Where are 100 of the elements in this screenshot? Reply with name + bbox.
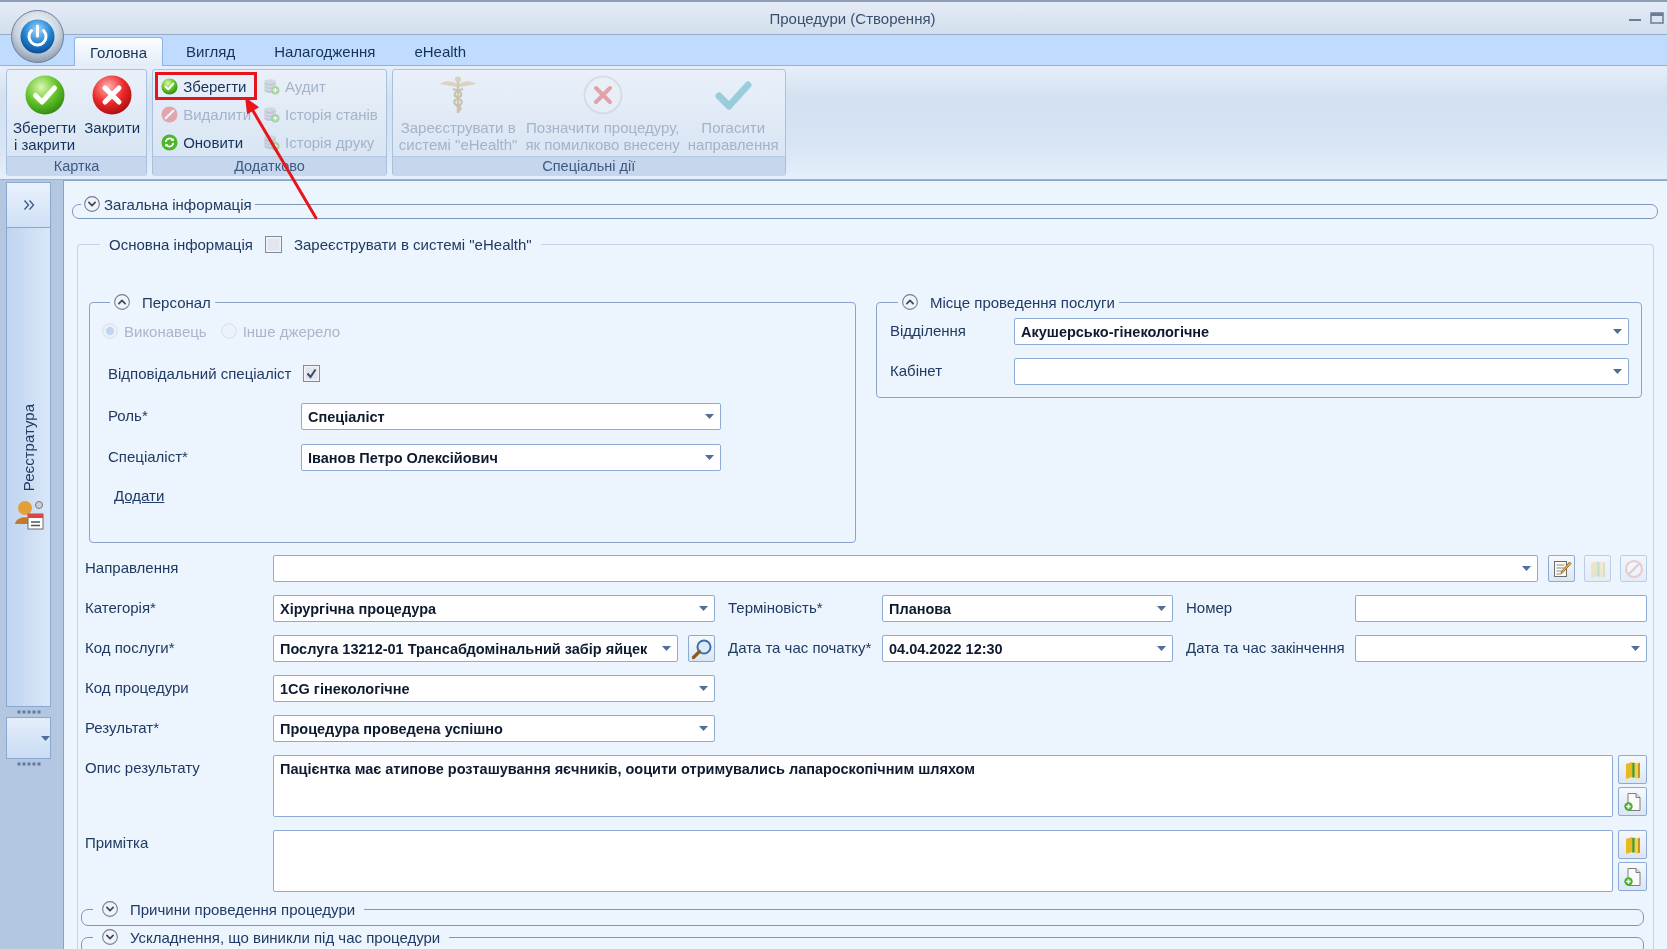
dropdown-field[interactable]: Процедура проведена успішно [273,715,715,742]
ribbon-button[interactable]: Зберегти [155,72,258,100]
x-circle-icon [582,75,623,115]
checkbox[interactable] [303,364,321,382]
checkbox-label: Відповідальний спеціаліст [108,364,292,382]
field-label: Терміновість* [727,598,824,616]
section-title[interactable]: Загальна інформація [104,195,252,213]
caret-icon [1631,646,1640,651]
field-label: Кабінет [890,361,943,379]
ribbon-tab[interactable]: Головна [74,37,163,66]
group-title: Основна інформація [109,235,253,253]
dropdown-field[interactable]: Планова [882,595,1173,622]
caret-icon [705,414,714,419]
field-label: Відділення [890,321,967,339]
caret-icon [699,686,708,691]
expand-sidebar-button[interactable] [6,182,51,228]
sidebar-group[interactable]: Реєстратура [6,228,51,707]
caret-icon [1522,566,1531,571]
dropdown-field[interactable]: 1CG гінекологічне [273,675,715,702]
section-title[interactable]: Причини проведення процедури [130,900,356,918]
radio-label: Виконавець [124,322,207,340]
ribbon-tab[interactable]: eHealth [398,37,483,65]
ribbon-button[interactable]: Зберегти і закрити [9,72,81,156]
chevron-up-icon[interactable] [114,294,130,310]
text-area[interactable] [273,830,1613,892]
person-calendar-icon [13,499,44,531]
field-label: Дата та час початку* [727,638,873,656]
check-circle-icon [161,77,179,95]
sidebar-group-label[interactable]: Реєстратура [20,403,37,492]
edit-note-icon [1551,558,1572,579]
slash-circle-icon [1623,558,1644,579]
double-chevron-icon [22,199,35,211]
chevron-down-icon[interactable] [102,929,118,945]
dropdown-field[interactable]: Іванов Петро Олексійович [301,444,721,471]
field-label: Спеціаліст* [108,447,189,465]
grip-dots-icon[interactable] [16,762,41,766]
ribbon-tab[interactable]: Налагодження [258,37,392,65]
dropdown-field[interactable]: Послуга 13212-01 Трансабдомінальний забір яйцек [273,635,678,662]
dropdown-field[interactable]: Акушерсько-гінекологічне [1014,318,1629,345]
book-button[interactable] [1618,755,1647,784]
caret-icon [662,646,671,651]
field-label: Категорія* [85,598,157,616]
ribbon-button[interactable]: Оновити [155,128,258,156]
caret-icon [1613,329,1622,334]
edit-button[interactable] [1548,555,1575,582]
field-label: Примітка [85,833,150,851]
chevron-down-icon[interactable] [102,901,118,917]
refresh-icon [161,133,179,151]
maximize-icon[interactable] [1650,12,1664,24]
field-label: Опис результату [85,758,201,776]
text-area[interactable]: Пацієнтка має атипове розташування яєчників, ооцити отримувались лапароскопічним шляхом [273,755,1613,817]
checkbox-label: Зареєструвати в системі "eHealth" [293,235,532,253]
radio-label: Інше джерело [242,322,341,340]
text-field[interactable] [1355,595,1647,622]
field-label: Код послуги* [85,638,176,656]
chevron-down-icon[interactable] [84,196,100,212]
dropdown-field[interactable]: Хірургічна процедура [273,595,715,622]
dropdown-field[interactable] [1014,358,1629,385]
caret-icon [1157,646,1166,651]
ribbon-tab[interactable]: Вигляд [170,37,252,65]
caret-icon [699,606,708,611]
panel-title[interactable]: Місце проведення послуги [930,293,1115,311]
grip-dots-icon[interactable] [16,710,41,714]
dropdown-field[interactable]: 04.04.2022 12:30 [882,635,1173,662]
close-icon [92,75,133,115]
ribbon-group-label: Картка [7,156,147,176]
chevron-up-icon[interactable] [902,294,918,310]
search-button[interactable] [688,635,715,662]
add-link[interactable]: Додати [114,487,165,504]
ribbon-button[interactable]: Закрити [80,72,145,156]
field-label: Код процедури [85,678,190,696]
dropdown-field[interactable] [273,555,1538,582]
database-icon [263,133,281,151]
document-add-icon [1622,866,1643,887]
document-add-icon [1622,791,1643,812]
add-document-button[interactable] [1618,862,1647,891]
section-title[interactable]: Ускладнення, що виникли під час процедури [130,928,441,946]
caret-icon [1157,606,1166,611]
checkbox[interactable] [264,235,282,253]
add-document-button[interactable] [1618,787,1647,816]
caret-icon [41,735,50,741]
field-label: Номер [1185,598,1234,616]
book-button[interactable] [1618,830,1647,859]
check-circle-icon [24,75,65,115]
caret-icon [705,455,714,460]
field-label: Результат* [85,718,161,736]
database-icon [263,105,281,123]
field-label: Направлення [85,558,180,576]
panel-title[interactable]: Персонал [142,293,211,311]
dropdown-field[interactable] [1355,635,1647,662]
field-label: Роль* [108,406,149,424]
slash-circle-icon [161,105,179,123]
dropdown-field[interactable]: Спеціаліст [301,403,721,430]
database-icon [263,77,281,95]
ribbon-group-label: Спеціальні дії [392,156,785,176]
field-label: Дата та час закінчення [1185,638,1346,656]
search-icon [690,637,713,660]
window-title: Процедури (Створення) [769,9,936,27]
sidebar-menu-button[interactable] [6,717,51,759]
caret-icon [1613,369,1622,374]
